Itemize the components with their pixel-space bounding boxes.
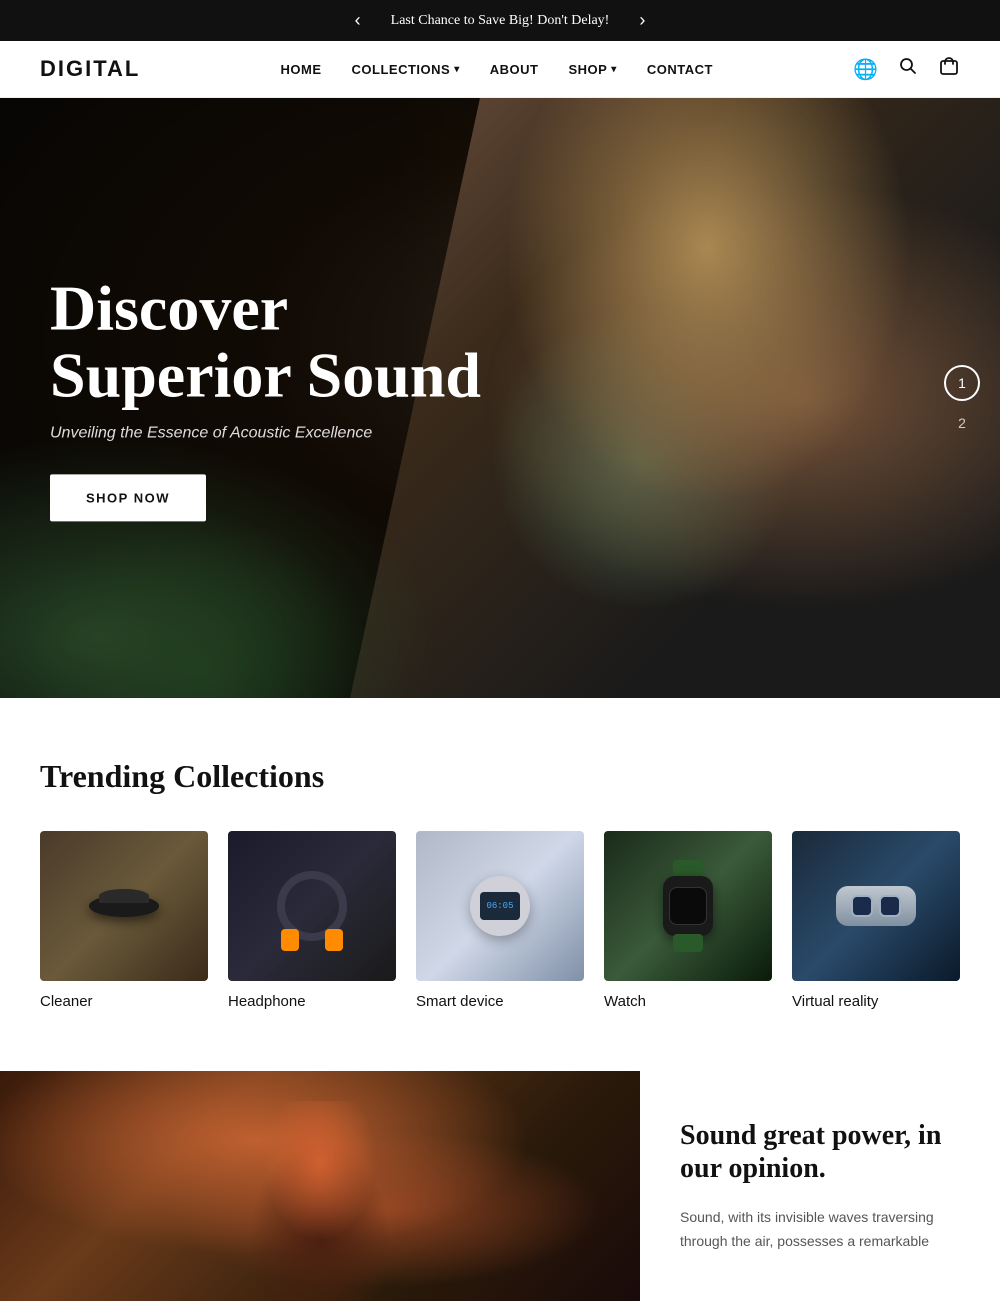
- logo[interactable]: DIGITAL: [40, 56, 140, 82]
- globe-icon[interactable]: 🌐: [853, 57, 878, 82]
- hero-pagination: 1 2: [944, 365, 980, 431]
- nav-shop[interactable]: SHOP ▾: [568, 62, 616, 77]
- feature-person: [220, 1101, 420, 1301]
- hero-section: Discover Superior Sound Unveiling the Es…: [0, 98, 1000, 698]
- feature-title: Sound great power, in our opinion.: [680, 1119, 960, 1186]
- vr-lens-right: [879, 895, 901, 917]
- header-icons: 🌐: [853, 55, 960, 83]
- cleaner-image: [40, 831, 208, 981]
- feature-content: Sound great power, in our opinion. Sound…: [640, 1071, 1000, 1301]
- collections-grid: Cleaner Headphone 06:05 Smart device: [40, 831, 960, 1011]
- hero-subtitle: Unveiling the Essence of Acoustic Excell…: [50, 425, 481, 443]
- nav-home[interactable]: HOME: [281, 62, 322, 77]
- nav-about[interactable]: ABOUT: [490, 62, 539, 77]
- nav-collections[interactable]: COLLECTIONS ▾: [352, 62, 460, 77]
- smart-screen: 06:05: [480, 892, 520, 920]
- collections-chevron-icon: ▾: [454, 64, 460, 75]
- nav-contact[interactable]: CONTACT: [647, 62, 713, 77]
- collection-smart[interactable]: 06:05 Smart device: [416, 831, 584, 1011]
- watch-screen: [669, 887, 707, 925]
- headphone-label: Headphone: [228, 993, 306, 1010]
- hero-content: Discover Superior Sound Unveiling the Es…: [50, 274, 481, 521]
- collection-cleaner[interactable]: Cleaner: [40, 831, 208, 1011]
- headphone-shape: [277, 871, 347, 941]
- trending-section: Trending Collections Cleaner Headphone: [0, 698, 1000, 1051]
- announcement-prev-button[interactable]: ‹: [345, 10, 371, 31]
- vr-lens-left: [851, 895, 873, 917]
- search-icon[interactable]: [898, 56, 918, 82]
- vr-image: [792, 831, 960, 981]
- hero-title: Discover Superior Sound: [50, 274, 481, 408]
- collection-vr[interactable]: Virtual reality: [792, 831, 960, 1011]
- watch-label: Watch: [604, 993, 646, 1010]
- hero-page-1[interactable]: 1: [944, 365, 980, 401]
- smart-image: 06:05: [416, 831, 584, 981]
- shop-chevron-icon: ▾: [611, 64, 617, 75]
- cleaner-shape: [89, 895, 159, 917]
- feature-section: Sound great power, in our opinion. Sound…: [0, 1071, 1000, 1301]
- feature-text: Sound, with its invisible waves traversi…: [680, 1206, 960, 1254]
- trending-title: Trending Collections: [40, 758, 960, 795]
- watch-band-bottom: [673, 934, 703, 952]
- watch-shape: [663, 876, 713, 936]
- smart-shape: 06:05: [470, 876, 530, 936]
- announcement-next-button[interactable]: ›: [629, 10, 655, 31]
- headphone-image: [228, 831, 396, 981]
- hero-cta-button[interactable]: SHOP NOW: [50, 475, 206, 522]
- cart-icon[interactable]: [938, 55, 960, 83]
- site-header: DIGITAL HOME COLLECTIONS ▾ ABOUT SHOP ▾ …: [0, 41, 1000, 98]
- cleaner-label: Cleaner: [40, 993, 93, 1010]
- announcement-text: Last Chance to Save Big! Don't Delay!: [391, 13, 610, 29]
- vr-label: Virtual reality: [792, 993, 878, 1010]
- hero-page-2[interactable]: 2: [958, 415, 966, 431]
- smart-label: Smart device: [416, 993, 504, 1010]
- collection-headphone[interactable]: Headphone: [228, 831, 396, 1011]
- feature-image: [0, 1071, 640, 1301]
- announcement-bar: ‹ Last Chance to Save Big! Don't Delay! …: [0, 0, 1000, 41]
- watch-image: [604, 831, 772, 981]
- vr-shape: [836, 886, 916, 926]
- collection-watch[interactable]: Watch: [604, 831, 772, 1011]
- main-nav: HOME COLLECTIONS ▾ ABOUT SHOP ▾ CONTACT: [281, 62, 713, 77]
